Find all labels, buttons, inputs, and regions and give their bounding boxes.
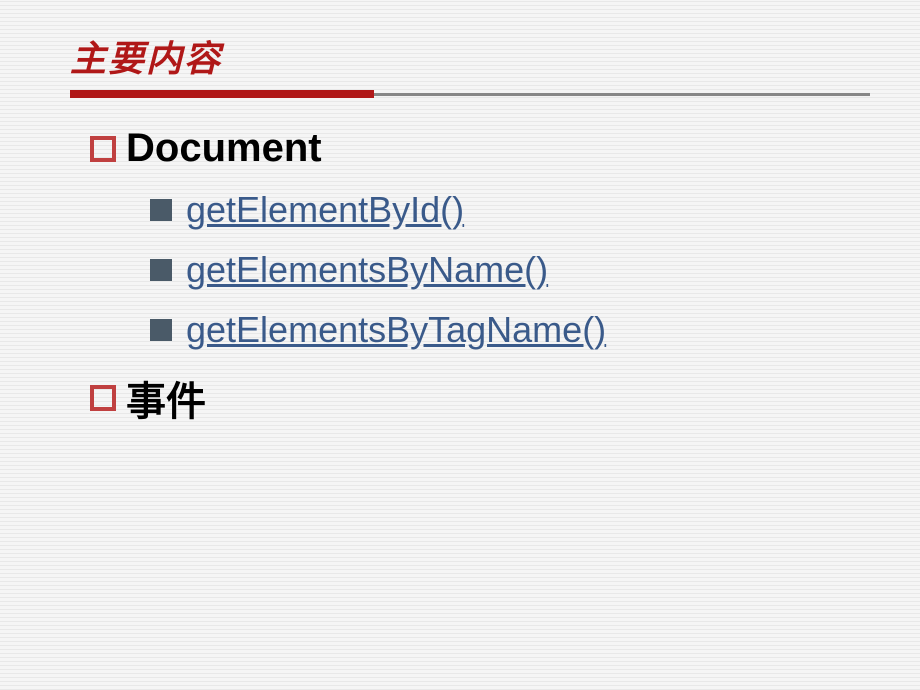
item-label: 事件 — [126, 369, 206, 427]
bullet-filled-icon — [150, 259, 172, 281]
slide-title: 主要内容 — [70, 30, 870, 82]
bullet-outline-icon — [90, 136, 116, 162]
link-getelementsbytagname[interactable]: getElementsByTagName() — [186, 309, 606, 351]
sublist-container: getElementById() getElementsByName() get… — [90, 189, 870, 351]
slide-container: 主要内容 Document getElementById() getElemen… — [0, 0, 920, 427]
list-item-document: Document — [90, 126, 870, 171]
link-getelementbyid[interactable]: getElementById() — [186, 189, 464, 231]
list-item-getelementsbytagname: getElementsByTagName() — [150, 309, 870, 351]
bullet-filled-icon — [150, 319, 172, 341]
bullet-outline-icon — [90, 385, 116, 411]
divider-red-segment — [70, 90, 374, 98]
title-divider — [70, 90, 870, 98]
list-item-getelementbyid: getElementById() — [150, 189, 870, 231]
list-item-events: 事件 — [90, 369, 870, 427]
link-getelementsbyname[interactable]: getElementsByName() — [186, 249, 548, 291]
bullet-filled-icon — [150, 199, 172, 221]
list-item-getelementsbyname: getElementsByName() — [150, 249, 870, 291]
divider-gray-segment — [374, 93, 870, 96]
content-area: Document getElementById() getElementsByN… — [70, 126, 870, 427]
item-label: Document — [126, 126, 322, 171]
